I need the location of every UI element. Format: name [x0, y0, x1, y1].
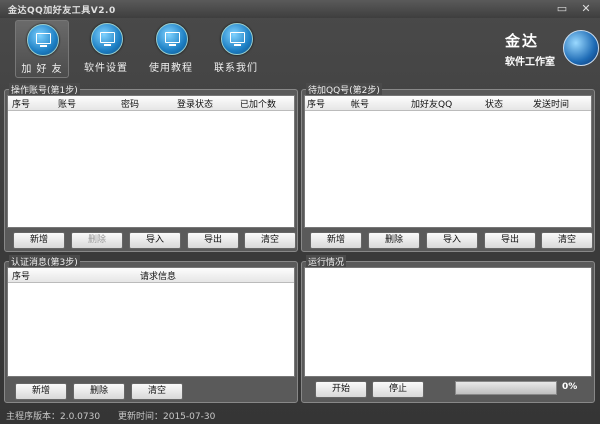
column-header[interactable]: 加好友QQ [411, 97, 452, 110]
update-time-label: 更新时间：2015-07-30 [118, 412, 216, 422]
column-header[interactable]: 已加个数 [240, 97, 276, 110]
window-title: 金达QQ加好友工具V2.0 [8, 6, 116, 16]
toolbar-settings[interactable]: 软件设置 [80, 20, 132, 76]
delete-account-button[interactable]: 删除 [71, 232, 123, 249]
add-message-button[interactable]: 新增 [15, 383, 67, 400]
export-account-button[interactable]: 导出 [187, 232, 239, 249]
pending-table[interactable]: 序号 帐号 加好友QQ 状态 发送时间 [304, 95, 592, 228]
column-header[interactable]: 请求信息 [140, 269, 176, 282]
monitor-icon [221, 23, 253, 55]
column-header[interactable]: 账号 [58, 97, 76, 110]
toolbar-label: 加 好 友 [21, 64, 63, 75]
add-pending-button[interactable]: 新增 [310, 232, 362, 249]
verify-table[interactable]: 序号 请求信息 [7, 267, 295, 377]
toolbar-contact[interactable]: 联系我们 [210, 20, 262, 76]
column-header[interactable]: 登录状态 [177, 97, 213, 110]
minimize-button[interactable]: ▭ [552, 1, 572, 17]
run-log[interactable] [304, 267, 592, 377]
column-header[interactable]: 序号 [307, 97, 325, 110]
accounts-panel: 操作账号(第1步) 序号 账号 密码 登录状态 已加个数 新增 删除 导入 导出… [4, 83, 298, 252]
version-label: 主程序版本：2.0.0730 [6, 412, 101, 422]
table-header: 序号 请求信息 [8, 268, 294, 283]
title-bar: 金达QQ加好友工具V2.0 ▭ ✕ [0, 0, 600, 18]
delete-pending-button[interactable]: 删除 [368, 232, 420, 249]
monitor-icon [91, 23, 123, 55]
toolbar-label: 软件设置 [84, 63, 128, 74]
globe-icon [563, 30, 599, 66]
logo-subtitle: 软件工作室 [505, 57, 555, 68]
import-account-button[interactable]: 导入 [129, 232, 181, 249]
toolbar-tutorial[interactable]: 使用教程 [145, 20, 197, 76]
clear-pending-button[interactable]: 清空 [541, 232, 593, 249]
column-header[interactable]: 密码 [121, 97, 139, 110]
verify-panel: 认证消息(第3步) 序号 请求信息 新增 删除 清空 [4, 255, 298, 403]
add-account-button[interactable]: 新增 [13, 232, 65, 249]
toolbar-label: 联系我们 [214, 63, 258, 74]
progress-percent: 0% [562, 382, 578, 392]
progress-bar [455, 381, 557, 395]
import-pending-button[interactable]: 导入 [426, 232, 478, 249]
table-header: 序号 帐号 加好友QQ 状态 发送时间 [305, 96, 591, 111]
column-header[interactable]: 发送时间 [533, 97, 569, 110]
toolbar-add-friend[interactable]: 加 好 友 [15, 20, 69, 78]
logo-brand: 金达 [505, 32, 540, 50]
pending-panel: 待加QQ号(第2步) 序号 帐号 加好友QQ 状态 发送时间 新增 删除 导入 … [301, 83, 595, 252]
accounts-table[interactable]: 序号 账号 密码 登录状态 已加个数 [7, 95, 295, 228]
brand-logo: 金达 软件工作室 [505, 24, 599, 76]
start-button[interactable]: 开始 [315, 381, 367, 398]
status-bar: 主程序版本：2.0.0730 更新时间：2015-07-30 [0, 406, 600, 424]
delete-message-button[interactable]: 删除 [73, 383, 125, 400]
stop-button[interactable]: 停止 [372, 381, 424, 398]
column-header[interactable]: 序号 [12, 269, 30, 282]
column-header[interactable]: 序号 [12, 97, 30, 110]
monitor-icon [156, 23, 188, 55]
monitor-icon [27, 24, 59, 56]
app-window: 金达QQ加好友工具V2.0 ▭ ✕ 加 好 友 软件设置 使用教程 联系我们 金… [0, 0, 600, 424]
close-button[interactable]: ✕ [576, 1, 596, 17]
table-header: 序号 账号 密码 登录状态 已加个数 [8, 96, 294, 111]
export-pending-button[interactable]: 导出 [484, 232, 536, 249]
column-header[interactable]: 帐号 [351, 97, 369, 110]
column-header[interactable]: 状态 [485, 97, 503, 110]
toolbar-label: 使用教程 [149, 63, 193, 74]
clear-account-button[interactable]: 清空 [244, 232, 296, 249]
clear-message-button[interactable]: 清空 [131, 383, 183, 400]
